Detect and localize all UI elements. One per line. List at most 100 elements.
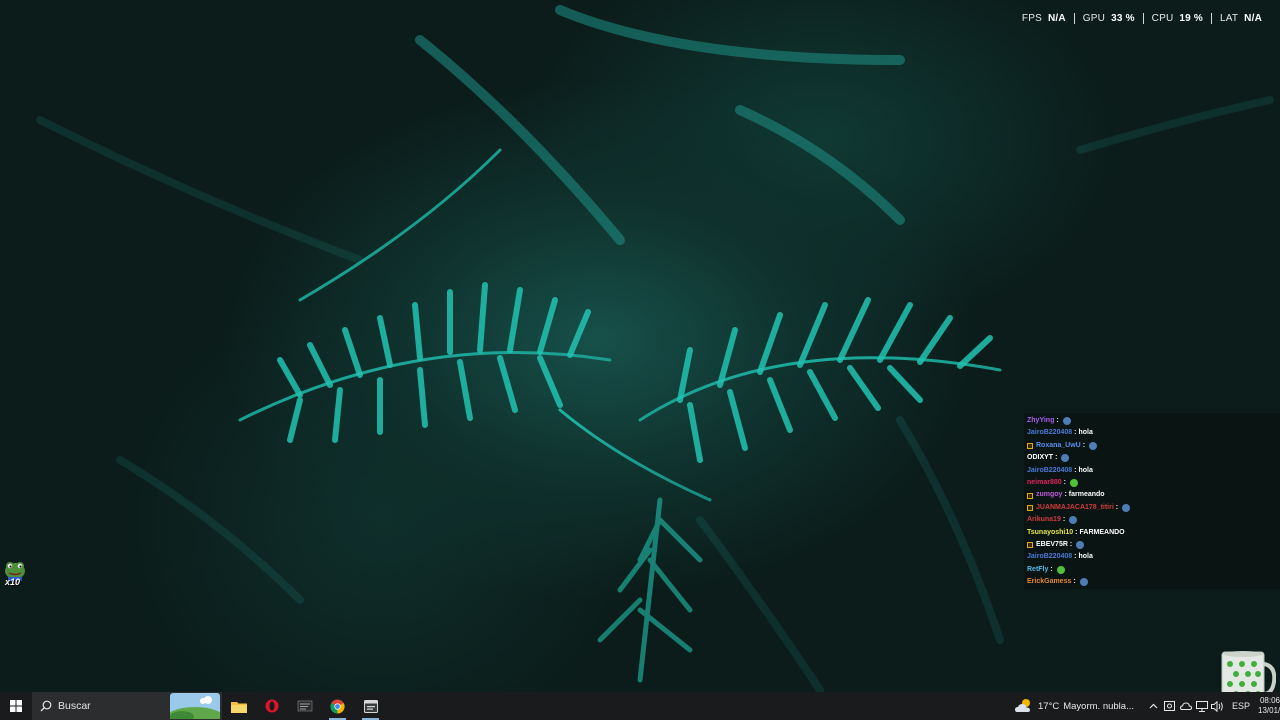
chat-separator: : bbox=[1082, 441, 1086, 449]
chat-emote-icon bbox=[1079, 578, 1088, 587]
chat-badge-icon bbox=[1027, 442, 1033, 449]
chat-username: neimar880 bbox=[1027, 478, 1062, 486]
cloud-sun-icon bbox=[1015, 699, 1030, 712]
chat-username: ODIXYT bbox=[1027, 454, 1054, 462]
chat-separator: : bbox=[1115, 503, 1119, 511]
chat-emote-icon bbox=[1122, 503, 1131, 512]
chat-separator: : bbox=[1063, 478, 1066, 486]
chat-username: JairoB220408 bbox=[1027, 429, 1073, 437]
network-icon bbox=[1195, 700, 1208, 712]
chat-username: JairoB220408 bbox=[1027, 553, 1073, 561]
chat-text: FARMEANDO bbox=[1079, 528, 1125, 536]
speaker-icon bbox=[1211, 700, 1224, 712]
chat-emote-icon bbox=[1076, 541, 1085, 550]
latency-value: N/A bbox=[1244, 12, 1262, 24]
search-highlight-image bbox=[170, 693, 220, 719]
chat-overlay: ZhyYing: JairoB220408: hola Roxana_UwU: ODIX… bbox=[1024, 413, 1280, 589]
taskbar-search[interactable] bbox=[32, 692, 222, 720]
chat-separator: : bbox=[1056, 417, 1059, 424]
latency-label: LAT bbox=[1219, 12, 1239, 24]
gpu-value: 33 % bbox=[1111, 12, 1135, 24]
frog-widget-badge: x10 bbox=[5, 577, 21, 587]
chat-message: ErickGamess: bbox=[1027, 576, 1278, 588]
chrome-button[interactable] bbox=[321, 692, 354, 720]
opera-browser-button[interactable] bbox=[255, 692, 288, 720]
chat-text: hola bbox=[1078, 553, 1093, 561]
fps-stat: FPS N/A bbox=[1014, 13, 1074, 24]
fps-value: N/A bbox=[1047, 12, 1066, 24]
input-language-indicator[interactable]: ESP bbox=[1232, 701, 1250, 711]
chat-message: ZhyYing: bbox=[1027, 415, 1278, 427]
chat-text: hola bbox=[1078, 429, 1093, 437]
clock-date: 13/01/2 bbox=[1258, 706, 1280, 715]
chat-username: EBEV75R bbox=[1036, 540, 1068, 548]
chat-separator: : bbox=[1069, 540, 1073, 548]
chevron-up-icon bbox=[1150, 703, 1158, 709]
chat-username: JairoB220408 bbox=[1027, 466, 1073, 474]
chat-username: JUANMAJACA178_titiri bbox=[1036, 503, 1114, 511]
chat-separator: : bbox=[1064, 491, 1067, 499]
chat-separator: : bbox=[1074, 429, 1077, 437]
chat-emote-icon bbox=[1056, 565, 1065, 574]
search-input[interactable] bbox=[58, 700, 168, 712]
file-explorer-button[interactable] bbox=[222, 692, 255, 720]
tray-app-button[interactable] bbox=[1162, 692, 1178, 720]
chat-separator: : bbox=[1075, 528, 1078, 536]
windows-logo-icon bbox=[10, 700, 22, 712]
show-hidden-icons-button[interactable] bbox=[1146, 692, 1162, 720]
chat-text: hola bbox=[1078, 466, 1093, 474]
cloud-icon bbox=[1179, 702, 1192, 710]
chat-message: neimar880: bbox=[1027, 477, 1278, 489]
onedrive-button[interactable] bbox=[1178, 692, 1194, 720]
latency-stat: LAT N/A bbox=[1210, 12, 1270, 24]
gpu-stat: GPU 33 % bbox=[1073, 12, 1143, 24]
chat-emote-icon bbox=[1069, 479, 1078, 488]
volume-button[interactable] bbox=[1210, 692, 1226, 720]
chat-username: ZhyYing bbox=[1027, 417, 1055, 424]
game-launcher-icon bbox=[297, 700, 312, 712]
chat-message: Tsunayoshi10: FARMEANDO bbox=[1027, 527, 1278, 539]
weather-widget[interactable]: 17°C Mayorm. nubla... bbox=[1014, 698, 1134, 714]
taskbar-clock[interactable]: 08:06 13/01/2 bbox=[1258, 696, 1280, 716]
chat-text: farmeando bbox=[1068, 491, 1105, 499]
cpu-label: CPU bbox=[1151, 12, 1174, 24]
chat-username: Tsunayoshi10 bbox=[1027, 528, 1074, 536]
game-launcher-button[interactable] bbox=[288, 692, 321, 720]
chat-separator: : bbox=[1074, 466, 1077, 474]
cpu-value: 19 % bbox=[1179, 12, 1203, 24]
weather-description: Mayorm. nubla... bbox=[1063, 700, 1134, 712]
chat-emote-icon bbox=[1061, 454, 1070, 463]
app-window-button[interactable] bbox=[354, 692, 387, 720]
performance-overlay: FPS N/A GPU 33 % CPU 19 % LAT N/A bbox=[1014, 10, 1270, 26]
chat-separator: : bbox=[1073, 578, 1076, 586]
chat-username: ErickGamess bbox=[1027, 578, 1072, 586]
chat-emote-icon bbox=[1069, 516, 1078, 525]
weather-temperature: 17°C bbox=[1038, 700, 1060, 712]
chat-message: ODIXYT: bbox=[1027, 452, 1278, 464]
chat-badge-icon bbox=[1027, 542, 1033, 549]
chat-message: EBEV75R: bbox=[1027, 539, 1278, 551]
chat-message: JairoB220408: hola bbox=[1027, 427, 1278, 439]
chat-separator: : bbox=[1055, 454, 1058, 462]
chat-username: RetFly bbox=[1027, 565, 1049, 573]
chat-username: Roxana_UwU bbox=[1036, 441, 1081, 449]
clock-time: 08:06 bbox=[1259, 696, 1280, 705]
folder-icon bbox=[230, 701, 247, 713]
chrome-icon bbox=[330, 698, 345, 714]
chat-username: Arikuna19 bbox=[1027, 516, 1061, 524]
chat-message: JairoB220408: hola bbox=[1027, 465, 1278, 477]
chat-emote-icon bbox=[1089, 441, 1098, 450]
network-button[interactable] bbox=[1194, 692, 1210, 720]
gpu-label: GPU bbox=[1082, 12, 1106, 24]
app-window-icon bbox=[363, 699, 378, 713]
chat-emote-icon bbox=[1062, 417, 1071, 426]
chat-separator: : bbox=[1074, 553, 1077, 561]
chat-separator: : bbox=[1050, 565, 1053, 573]
chat-message: JUANMAJACA178_titiri: bbox=[1027, 502, 1278, 514]
chat-message: RetFly: bbox=[1027, 564, 1278, 576]
fps-label: FPS bbox=[1021, 12, 1042, 24]
search-icon bbox=[40, 700, 52, 712]
camera-tray-icon bbox=[1164, 701, 1176, 711]
start-button[interactable] bbox=[0, 692, 32, 720]
chat-badge-icon bbox=[1027, 504, 1033, 511]
